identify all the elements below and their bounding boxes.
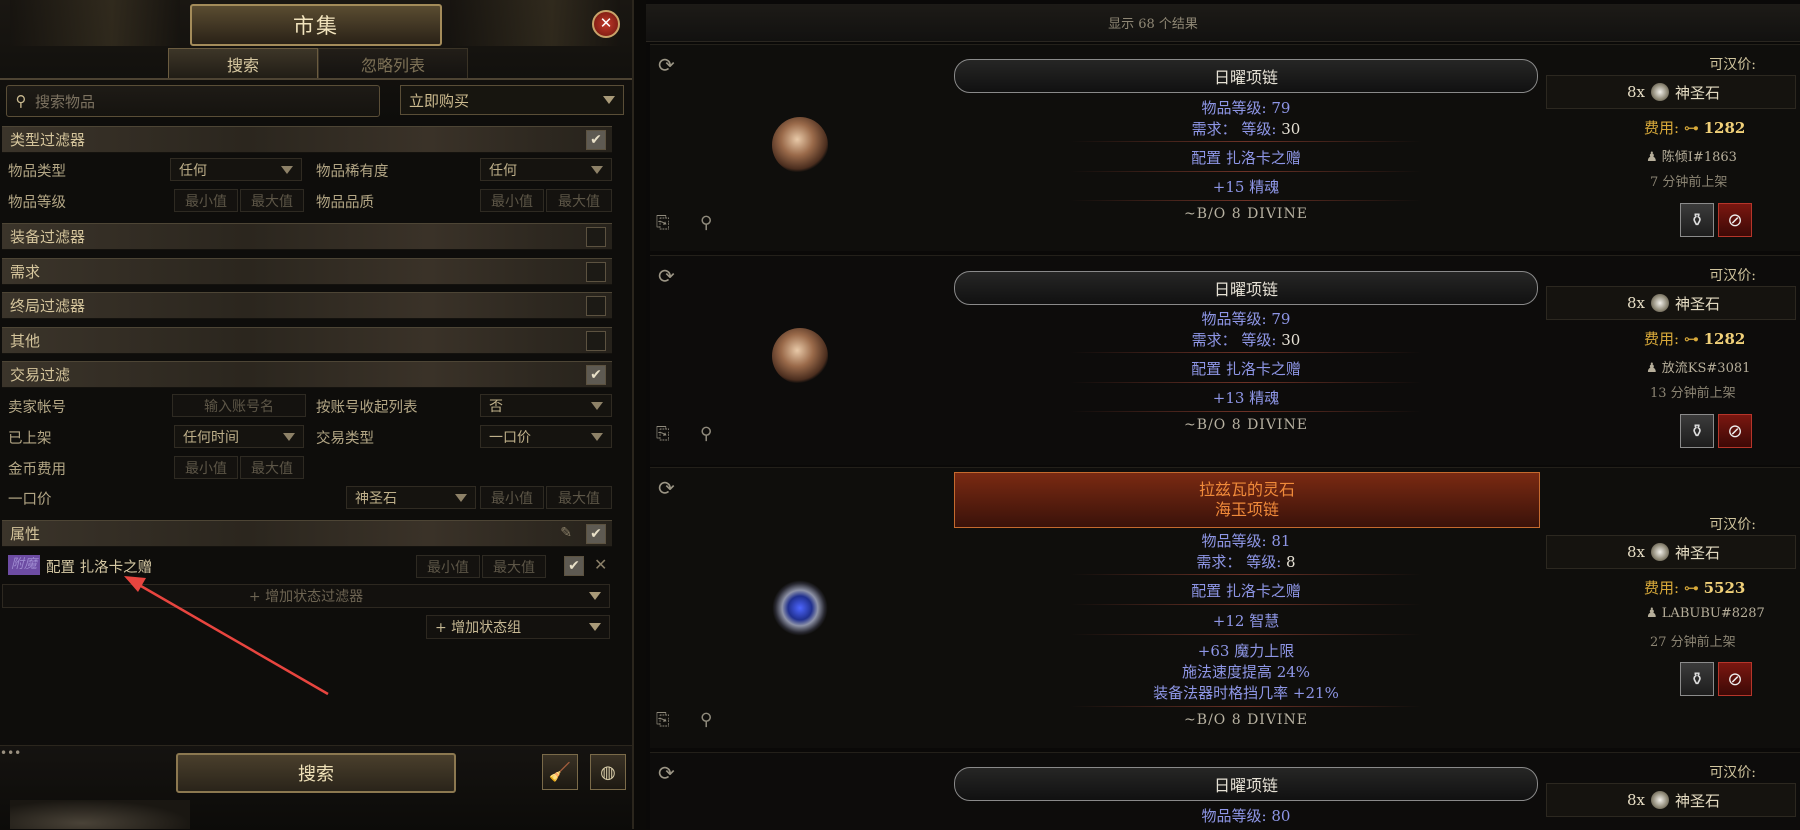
cost: 费用: ⊶ 5523 (1644, 579, 1746, 597)
item-name: 拉兹瓦的灵石 海玉项链 (954, 472, 1540, 528)
separator (1070, 141, 1422, 142)
copy-icon[interactable]: ⎘ (656, 710, 670, 730)
divine-orb-icon (1651, 543, 1670, 561)
bag-icon: ⚱ (1689, 209, 1705, 231)
separator (1070, 574, 1422, 575)
user-icon: ♟ (1646, 606, 1658, 621)
seller-name[interactable]: ♟ 陈倾I#1863 (1646, 146, 1737, 165)
unique-name: 拉兹瓦的灵石 (1198, 480, 1295, 499)
separator (1070, 411, 1422, 412)
item-mod: 施法速度提高 24% (1181, 663, 1311, 681)
item-implicit: +12 智慧 (1212, 612, 1280, 630)
item-mod: +63 魔力上限 (1197, 642, 1295, 660)
separator (1070, 382, 1422, 383)
travel-button[interactable]: ⚱ (1680, 414, 1714, 448)
block-icon: ⊘ (1727, 209, 1743, 231)
item-level: 物品等级: 79 (1201, 310, 1291, 328)
item-implicit: +15 精魂 (1212, 178, 1280, 196)
item-note: ~B/O 8 DIVINE (1184, 206, 1308, 222)
seller-name[interactable]: ♟ 放流KS#3081 (1646, 357, 1750, 376)
item-level: 物品等级: 80 (1201, 807, 1291, 825)
gold-icon: ⊶ (1683, 579, 1699, 597)
gold-icon: ⊶ (1683, 330, 1699, 348)
item-requirements: 需求： 等级: 30 (1191, 120, 1301, 138)
item-enchant: 配置 扎洛卡之赠 (1191, 149, 1301, 167)
travel-button[interactable]: ⚱ (1680, 203, 1714, 237)
separator (1070, 200, 1422, 201)
block-button[interactable]: ⊘ (1718, 414, 1752, 448)
block-icon: ⊘ (1727, 668, 1743, 690)
bag-icon: ⚱ (1689, 420, 1705, 442)
gold-icon: ⊶ (1683, 119, 1699, 137)
refresh-icon[interactable]: ⟳ (658, 264, 675, 288)
item-enchant: 配置 扎洛卡之赠 (1191, 582, 1301, 600)
user-icon: ♟ (1646, 361, 1658, 376)
copy-icon[interactable]: ⎘ (656, 213, 670, 233)
item-level: 物品等级: 79 (1201, 99, 1291, 117)
cost: 费用: ⊶ 1282 (1644, 119, 1746, 137)
item-image[interactable] (772, 117, 828, 173)
item-note: ~B/O 8 DIVINE (1184, 417, 1308, 433)
item-name: 日曜项链 (954, 59, 1538, 93)
results-count: 显示 68 个结果 (646, 4, 1800, 42)
bag-icon: ⚱ (1689, 668, 1705, 690)
listed-time: 27 分钟前上架 (1650, 635, 1736, 650)
listed-time: 13 分钟前上架 (1650, 386, 1736, 401)
result-row: ⟳ ⎘ ⚲ 日曜项链 物品等级: 79 需求： 等级: 30 配置 扎洛卡之赠 … (650, 44, 1800, 251)
refresh-icon[interactable]: ⟳ (658, 761, 675, 785)
divine-orb-icon (1651, 791, 1670, 809)
price-box: 8x 神圣石 (1546, 535, 1796, 569)
base-type: 海玉项链 (1214, 500, 1279, 519)
item-note: ~B/O 8 DIVINE (1184, 712, 1308, 728)
block-button[interactable]: ⊘ (1718, 203, 1752, 237)
separator (1070, 634, 1422, 635)
travel-button[interactable]: ⚱ (1680, 662, 1714, 696)
separator (1070, 706, 1422, 707)
whisper-icon[interactable]: ⚲ (700, 424, 712, 444)
separator (1070, 604, 1422, 605)
block-button[interactable]: ⊘ (1718, 662, 1752, 696)
item-requirements: 需求： 等级: 8 (1196, 553, 1296, 571)
price-box: 8x 神圣石 (1546, 75, 1796, 109)
user-icon: ♟ (1646, 150, 1658, 165)
item-image[interactable] (772, 580, 828, 636)
cost: 费用: ⊶ 1282 (1644, 330, 1746, 348)
item-enchant: 配置 扎洛卡之赠 (1191, 360, 1301, 378)
item-level: 物品等级: 81 (1201, 532, 1291, 550)
price-label: 可汉价: (1709, 765, 1756, 781)
price-box: 8x 神圣石 (1546, 783, 1796, 817)
separator (1070, 171, 1422, 172)
divine-orb-icon (1651, 83, 1670, 101)
result-row: ⟳ 日曜项链 物品等级: 80 可汉价: 8x 神圣石 (650, 752, 1800, 830)
price-box: 8x 神圣石 (1546, 286, 1796, 320)
price-label: 可汉价: (1709, 517, 1756, 533)
item-name: 日曜项链 (954, 767, 1538, 801)
refresh-icon[interactable]: ⟳ (658, 476, 675, 500)
item-implicit: +13 精魂 (1212, 389, 1280, 407)
price-label: 可汉价: (1709, 268, 1756, 284)
result-row: ⟳ ⎘ ⚲ 拉兹瓦的灵石 海玉项链 物品等级: 81 需求： 等级: 8 配置 … (650, 467, 1800, 748)
whisper-icon[interactable]: ⚲ (700, 710, 712, 730)
item-requirements: 需求： 等级: 30 (1191, 331, 1301, 349)
whisper-icon[interactable]: ⚲ (700, 213, 712, 233)
copy-icon[interactable]: ⎘ (656, 424, 670, 444)
result-row: ⟳ ⎘ ⚲ 日曜项链 物品等级: 79 需求： 等级: 30 配置 扎洛卡之赠 … (650, 255, 1800, 465)
item-image[interactable] (772, 328, 828, 384)
item-mod: 装备法器时格挡几率 +21% (1153, 684, 1339, 702)
separator (1070, 352, 1422, 353)
block-icon: ⊘ (1727, 420, 1743, 442)
price-label: 可汉价: (1709, 57, 1756, 73)
seller-name[interactable]: ♟ LABUBU#8287 (1646, 606, 1765, 621)
refresh-icon[interactable]: ⟳ (658, 53, 675, 77)
listed-time: 7 分钟前上架 (1650, 175, 1728, 190)
divine-orb-icon (1651, 294, 1670, 312)
item-name: 日曜项链 (954, 271, 1538, 305)
annotation-arrow (124, 576, 329, 696)
